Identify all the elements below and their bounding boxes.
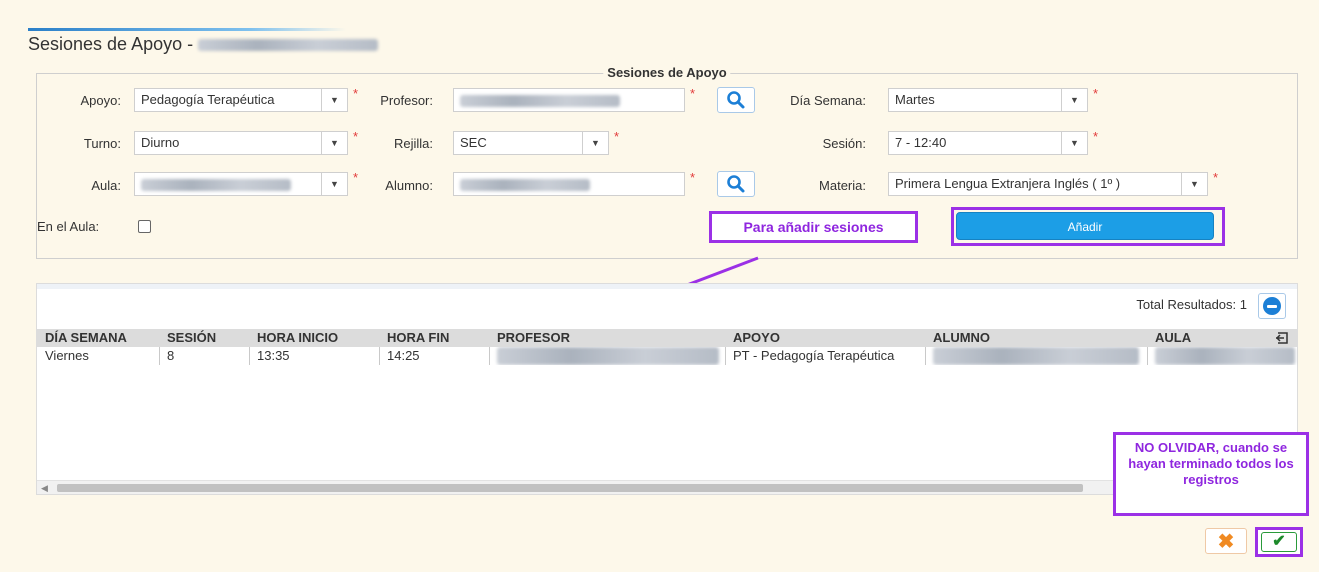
redacted-alumno (460, 178, 590, 191)
materia-label: Materia: (819, 178, 866, 193)
export-icon[interactable] (1275, 330, 1291, 346)
required-mark: * (1093, 86, 1099, 101)
scroll-left-icon[interactable]: ◀ (41, 481, 48, 495)
turno-label: Turno: (83, 136, 121, 151)
apoyo-select[interactable]: Pedagogía Terapéutica ▼ (134, 88, 348, 112)
col-alumno[interactable]: ALUMNO (925, 329, 1147, 347)
total-results: Total Resultados: 1 (1136, 297, 1247, 312)
redacted-aula (141, 178, 291, 191)
grid-header: DÍA SEMANA SESIÓN HORA INICIO HORA FIN P… (37, 329, 1297, 347)
alumno-label: Alumno: (385, 178, 433, 193)
redacted-profesor (460, 94, 620, 107)
collapse-button[interactable] (1258, 293, 1286, 319)
cell-apoyo: PT - Pedagogía Terapéutica (733, 348, 895, 363)
title-accent-bar (28, 28, 346, 31)
required-mark: * (353, 170, 359, 185)
cell-profesor (489, 347, 725, 365)
cell-aula (1147, 347, 1299, 365)
chevron-down-icon: ▼ (321, 173, 347, 195)
profesor-label: Profesor: (380, 93, 433, 108)
confirm-button[interactable]: ✔ (1261, 532, 1297, 552)
col-sesion[interactable]: SESIÓN (159, 329, 249, 347)
cancel-button[interactable]: ✖ (1205, 528, 1247, 554)
redacted-alumno (933, 347, 1139, 365)
required-mark: * (690, 170, 696, 185)
col-apoyo[interactable]: APOYO (725, 329, 925, 347)
required-mark: * (690, 86, 696, 101)
search-icon (727, 175, 745, 193)
chevron-down-icon: ▼ (321, 132, 347, 154)
page-title: Sesiones de Apoyo - (28, 34, 379, 55)
sesion-value: 7 - 12:40 (895, 135, 947, 150)
rejilla-select[interactable]: SEC ▼ (453, 131, 609, 155)
cell-hora-inicio: 13:35 (257, 348, 290, 363)
callout-finish-reminder: NO OLVIDAR, cuando se hayan terminado to… (1113, 432, 1309, 516)
col-profesor[interactable]: PROFESOR (489, 329, 725, 347)
turno-value: Diurno (141, 135, 180, 150)
table-row[interactable]: Viernes 8 13:35 14:25 PT - Pedagogía Ter… (37, 347, 1297, 365)
en-el-aula-checkbox[interactable] (138, 220, 151, 233)
profesor-input[interactable] (453, 88, 685, 112)
chevron-down-icon: ▼ (1181, 173, 1207, 195)
cell-alumno (925, 347, 1147, 365)
chevron-down-icon: ▼ (582, 132, 608, 154)
materia-value: Primera Lengua Extranjera Inglés ( 1º ) (895, 176, 1121, 191)
chevron-down-icon: ▼ (1061, 132, 1087, 154)
dia-semana-select[interactable]: Martes ▼ (888, 88, 1088, 112)
apoyo-value: Pedagogía Terapéutica (141, 92, 275, 107)
scrollbar-thumb[interactable] (57, 484, 1083, 492)
minus-circle-icon (1263, 297, 1281, 315)
rejilla-value: SEC (460, 135, 487, 150)
callout-add-sessions: Para añadir sesiones (709, 211, 918, 243)
turno-select[interactable]: Diurno ▼ (134, 131, 348, 155)
alumno-input[interactable] (453, 172, 685, 196)
aula-select[interactable]: ▼ (134, 172, 348, 196)
redacted-school-name (198, 39, 379, 52)
required-mark: * (614, 129, 620, 144)
add-button[interactable]: Añadir (956, 212, 1214, 240)
materia-select[interactable]: Primera Lengua Extranjera Inglés ( 1º ) … (888, 172, 1208, 196)
required-mark: * (1213, 170, 1219, 185)
sesion-select[interactable]: 7 - 12:40 ▼ (888, 131, 1088, 155)
chevron-down-icon: ▼ (1061, 89, 1087, 111)
results-panel: Total Resultados: 1 DÍA SEMANA SESIÓN HO… (36, 283, 1298, 495)
form-legend: Sesiones de Apoyo (603, 65, 731, 80)
horizontal-scrollbar[interactable]: ◀ (37, 480, 1297, 494)
page-title-text: Sesiones de Apoyo - (28, 34, 199, 54)
col-hora-inicio[interactable]: HORA INICIO (249, 329, 379, 347)
rejilla-label: Rejilla: (393, 136, 433, 151)
dia-semana-label: Día Semana: (790, 93, 866, 108)
cell-hora-fin: 14:25 (387, 348, 420, 363)
sesion-label: Sesión: (822, 136, 866, 151)
dia-semana-value: Martes (895, 92, 935, 107)
col-dia-semana[interactable]: DÍA SEMANA (37, 329, 159, 347)
results-topbar (37, 284, 1297, 289)
close-icon: ✖ (1217, 531, 1235, 553)
redacted-profesor (497, 347, 719, 365)
aula-label: Aula: (91, 178, 121, 193)
col-aula[interactable]: AULA (1147, 329, 1267, 347)
check-icon: ✔ (1272, 533, 1286, 550)
confirm-button-highlight: ✔ (1255, 527, 1303, 557)
redacted-aula (1155, 347, 1295, 365)
search-icon (727, 91, 745, 109)
apoyo-label: Apoyo: (80, 93, 121, 108)
cell-sesion: 8 (167, 348, 175, 363)
col-hora-fin[interactable]: HORA FIN (379, 329, 489, 347)
required-mark: * (1093, 129, 1099, 144)
required-mark: * (353, 129, 359, 144)
chevron-down-icon: ▼ (321, 89, 347, 111)
cell-dia: Viernes (45, 348, 89, 363)
en-el-aula-label: En el Aula: (37, 219, 100, 234)
required-mark: * (353, 86, 359, 101)
